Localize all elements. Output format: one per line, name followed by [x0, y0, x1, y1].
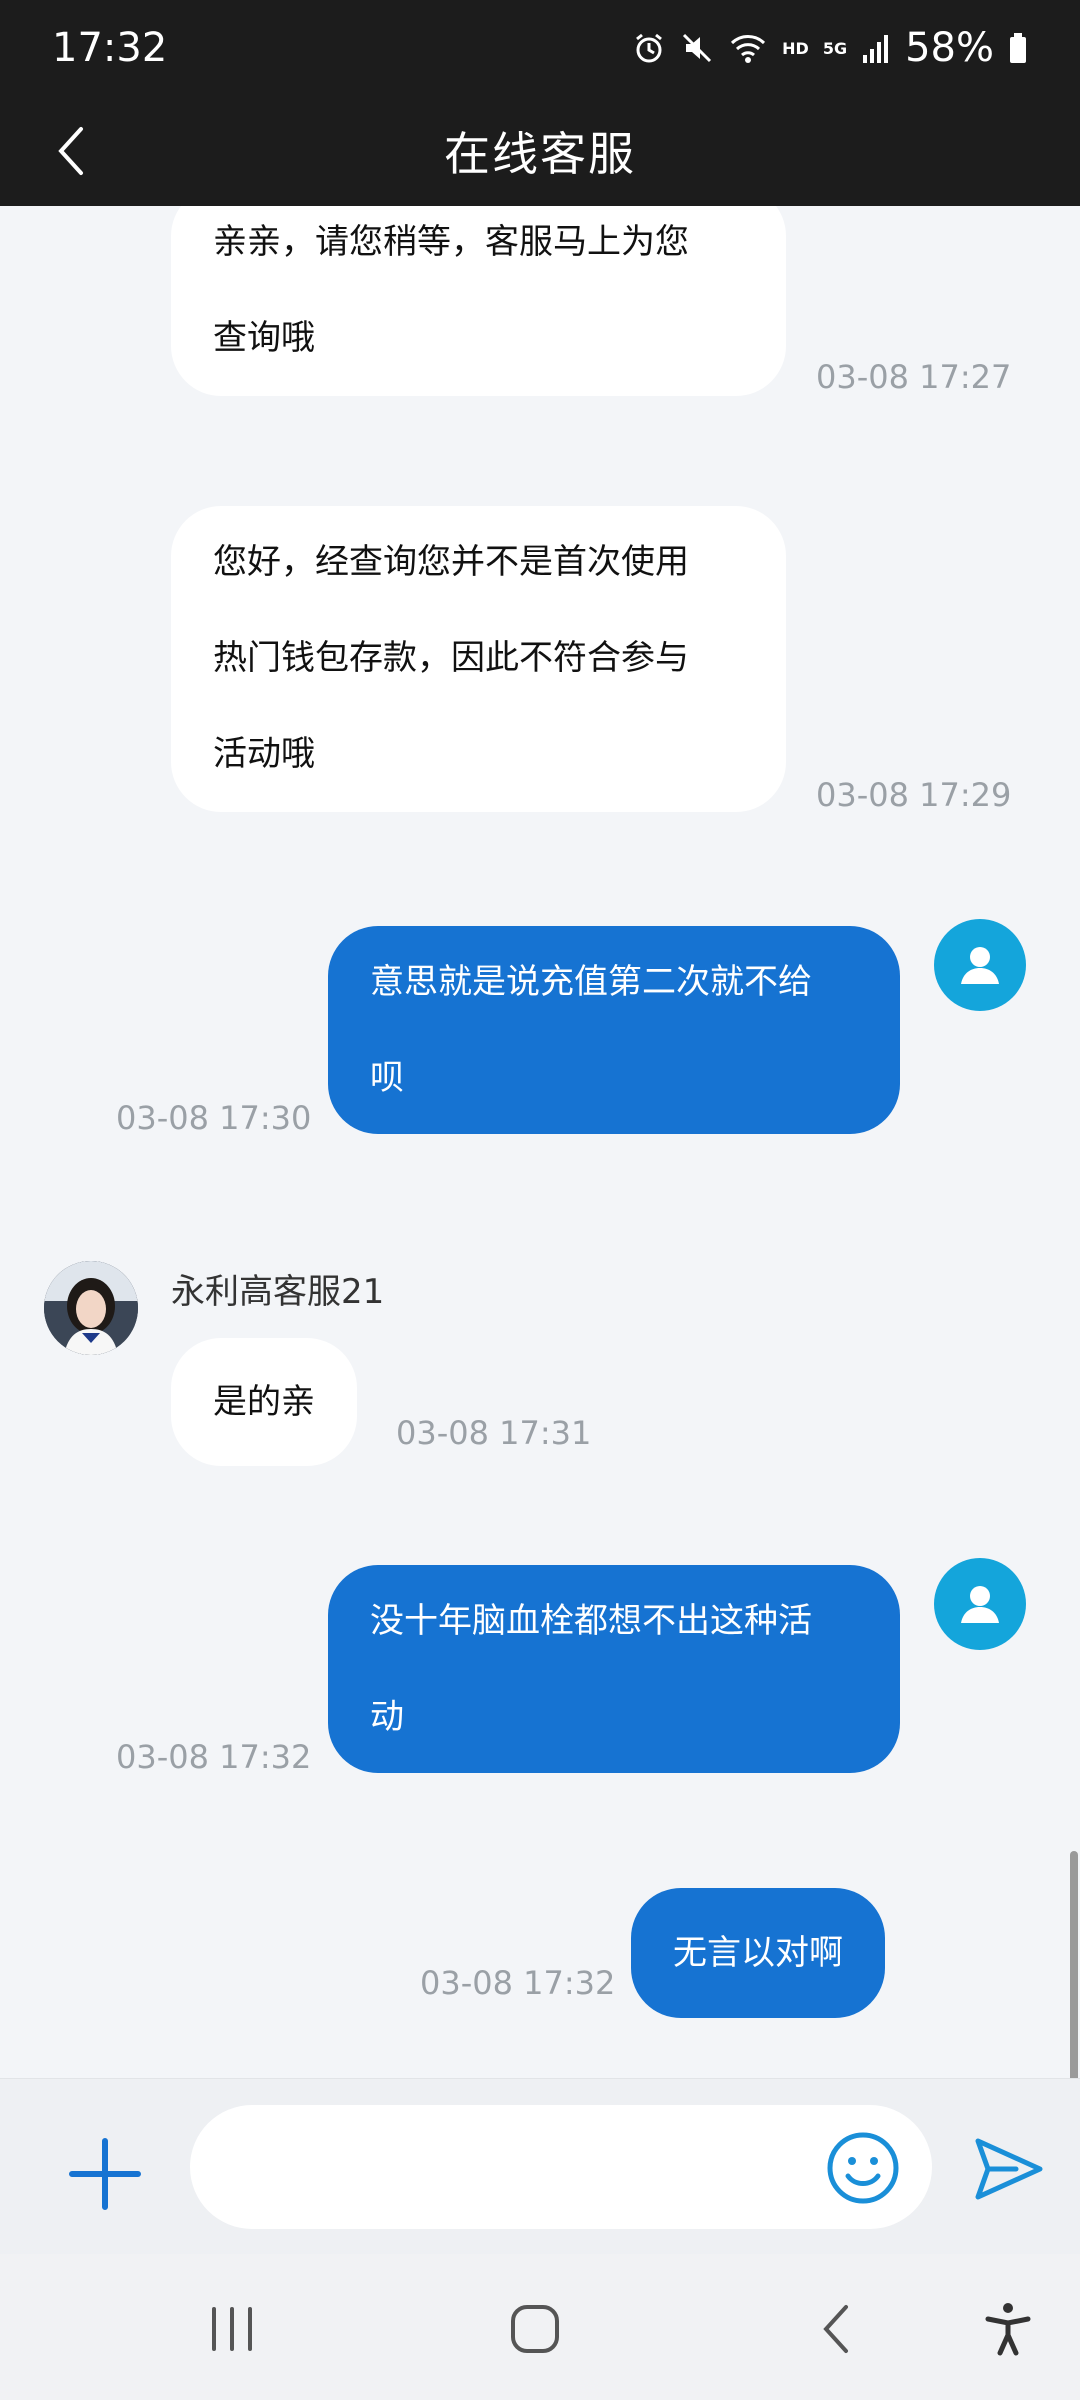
battery-icon	[1008, 31, 1028, 65]
back-icon	[823, 2305, 848, 2353]
incoming-message-bubble: 亲亲，请您稍等，客服马上为您 查询哦	[171, 206, 786, 396]
battery-percent: 58%	[905, 25, 994, 71]
message-input-bar	[0, 2078, 1080, 2254]
hd-label: HD	[782, 38, 809, 58]
chat-message-list[interactable]: 亲亲，请您稍等，客服马上为您 查询哦 03-08 17:27 您好，经查询您并不…	[0, 206, 1080, 2078]
outgoing-message-bubble: 没十年脑血栓都想不出这种活 动	[328, 1565, 900, 1773]
status-bar: 17:32 HD 5G 58%	[0, 0, 1080, 96]
add-attachment-button[interactable]	[62, 2131, 148, 2217]
recent-apps-icon	[212, 2307, 252, 2351]
outgoing-message-bubble: 无言以对啊	[631, 1888, 885, 2018]
message-timestamp: 03-08 17:32	[420, 1964, 616, 2002]
wifi-icon	[728, 31, 768, 65]
incoming-message-bubble: 是的亲	[171, 1338, 357, 1466]
message-timestamp: 03-08 17:27	[816, 358, 1012, 396]
scrollbar[interactable]	[1070, 1851, 1078, 2078]
recent-apps-button[interactable]	[192, 2294, 272, 2364]
message-timestamp: 03-08 17:31	[396, 1414, 592, 1452]
emoji-button[interactable]	[824, 2129, 902, 2207]
chevron-left-icon	[58, 127, 83, 175]
agent-avatar	[44, 1261, 138, 1355]
home-icon	[511, 2305, 559, 2353]
status-time: 17:32	[52, 25, 168, 71]
signal-icon	[861, 31, 891, 65]
accessibility-icon	[985, 2303, 1031, 2356]
user-avatar	[934, 919, 1026, 1011]
plus-icon	[69, 2138, 141, 2210]
user-avatar	[934, 1558, 1026, 1650]
home-button[interactable]	[495, 2294, 575, 2364]
person-icon	[961, 947, 999, 984]
emoji-icon	[827, 2132, 899, 2204]
outgoing-message-bubble: 意思就是说充值第二次就不给 呗	[328, 926, 900, 1134]
alarm-icon	[632, 31, 666, 65]
message-timestamp: 03-08 17:29	[816, 776, 1012, 814]
system-nav-bar	[0, 2254, 1080, 2400]
agent-name: 永利高客服21	[171, 1272, 385, 1312]
accessibility-button[interactable]	[968, 2294, 1048, 2364]
message-timestamp: 03-08 17:32	[116, 1738, 312, 1776]
page-title: 在线客服	[444, 127, 636, 181]
mute-icon	[680, 31, 714, 65]
network-label: 5G	[822, 38, 848, 58]
nav-back-button[interactable]	[798, 2294, 878, 2364]
app-header: 在线客服	[0, 96, 1080, 206]
incoming-message-bubble: 您好，经查询您并不是首次使用 热门钱包存款，因此不符合参与 活动哦	[171, 506, 786, 812]
person-icon	[961, 1586, 999, 1623]
send-button[interactable]	[968, 2129, 1048, 2209]
back-button[interactable]	[36, 116, 106, 186]
send-icon	[975, 2138, 1043, 2200]
status-icons: HD 5G 58%	[632, 25, 1028, 71]
message-timestamp: 03-08 17:30	[116, 1099, 312, 1137]
message-input[interactable]	[190, 2105, 932, 2229]
